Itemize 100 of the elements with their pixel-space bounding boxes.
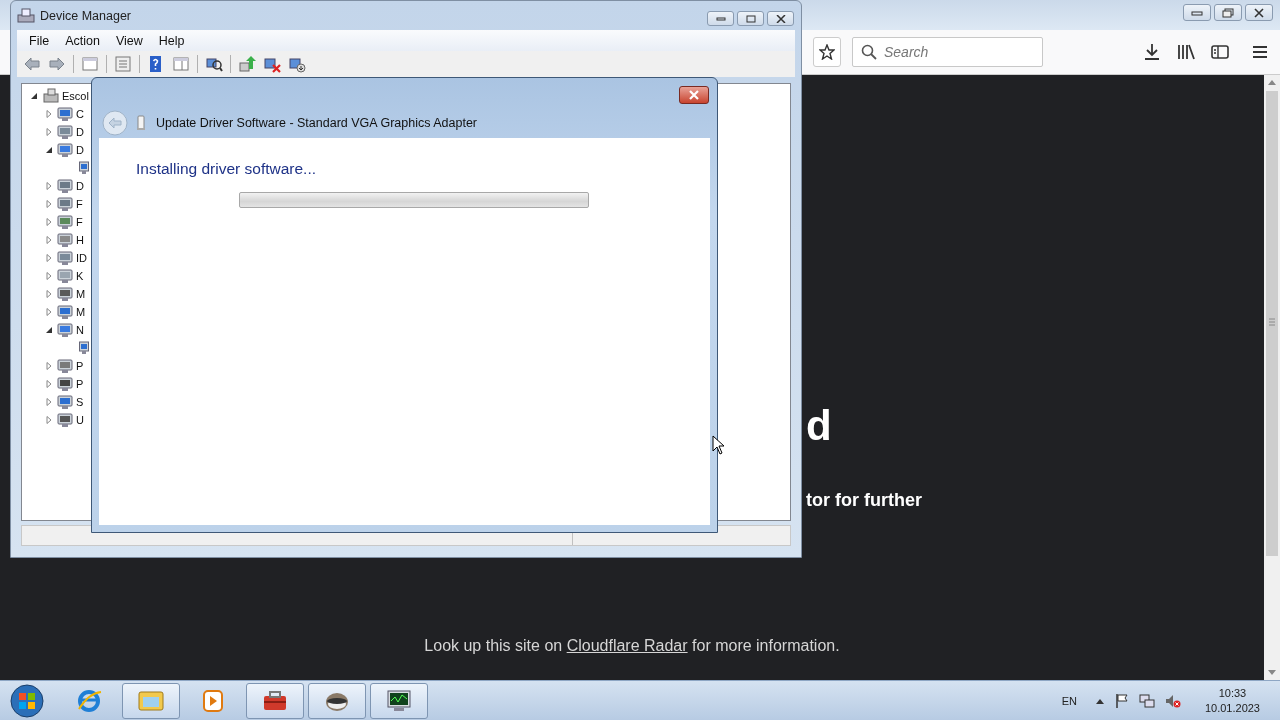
tree-item[interactable]: K <box>76 270 84 282</box>
search-field[interactable]: Search <box>852 37 1043 67</box>
device-icon <box>57 214 73 230</box>
expand-arrow-icon[interactable] <box>45 272 53 280</box>
forward-arrow-icon[interactable] <box>48 55 66 73</box>
sidebar-icon[interactable] <box>1210 42 1230 62</box>
flag-icon[interactable] <box>1114 692 1129 709</box>
printer-icon <box>17 7 35 24</box>
status-heading: Installing driver software... <box>136 160 318 178</box>
device-icon <box>57 178 73 194</box>
back-arrow-icon[interactable] <box>23 55 41 73</box>
clock[interactable]: 10:33 10.01.2023 <box>1204 685 1260 716</box>
device-icon <box>57 358 73 374</box>
close-button[interactable] <box>1245 4 1273 21</box>
tree-item[interactable]: ID <box>76 252 87 264</box>
collapse-arrow-icon[interactable] <box>45 146 53 154</box>
mouse-cursor-icon <box>712 435 725 455</box>
expand-arrow-icon[interactable] <box>45 218 53 226</box>
tree-item[interactable]: M <box>76 306 86 318</box>
taskbar-app-button[interactable] <box>246 682 304 719</box>
window-title: Device Manager <box>40 8 131 23</box>
tree-item[interactable]: D <box>76 180 84 192</box>
list-icon[interactable] <box>114 55 132 73</box>
tree-item[interactable]: D <box>76 126 84 138</box>
device-icon <box>57 412 73 428</box>
page-heading: d <box>806 402 833 450</box>
maximize-icon <box>745 14 756 23</box>
back-button-icon[interactable] <box>102 110 128 136</box>
tree-item[interactable]: S <box>76 396 84 408</box>
computer-icon <box>42 88 60 104</box>
uninstall-icon[interactable] <box>263 55 281 73</box>
tree-item[interactable]: Escol <box>62 90 89 102</box>
close-icon <box>775 14 786 23</box>
device-icon <box>57 394 73 410</box>
window-icon[interactable] <box>81 55 99 73</box>
close-button[interactable] <box>679 86 709 104</box>
network-icon[interactable] <box>1138 692 1155 709</box>
tree-item[interactable]: H <box>76 234 84 246</box>
expand-arrow-icon[interactable] <box>45 128 53 136</box>
tree-item[interactable]: P <box>76 360 84 372</box>
taskbar-app-button[interactable] <box>370 682 428 719</box>
expand-arrow-icon[interactable] <box>45 416 53 424</box>
expand-arrow-icon[interactable] <box>45 182 53 190</box>
language-indicator[interactable]: EN <box>1061 694 1077 707</box>
expand-arrow-icon[interactable] <box>45 110 53 118</box>
minimize-icon <box>715 16 726 21</box>
tree-item[interactable]: C <box>76 108 84 120</box>
library-icon[interactable] <box>1176 42 1196 62</box>
tree-item[interactable]: M <box>76 288 86 300</box>
device-icon <box>57 322 73 338</box>
tree-item[interactable]: P <box>76 378 84 390</box>
expand-arrow-icon[interactable] <box>45 290 53 298</box>
menu-item[interactable]: File <box>23 31 56 50</box>
device-icon <box>57 376 73 392</box>
tree-item[interactable]: F <box>76 216 83 228</box>
clock-date: 10.01.2023 <box>1204 700 1260 716</box>
restore-icon <box>1222 7 1234 18</box>
device-icon <box>57 124 73 140</box>
device-icon <box>57 142 73 158</box>
dialog-title: Update Driver Software - Standard VGA Graphics Adapter <box>156 116 477 130</box>
close-button[interactable] <box>767 11 794 26</box>
tree-item[interactable]: N <box>76 324 84 336</box>
panel-icon[interactable] <box>172 55 190 73</box>
expand-arrow-icon[interactable] <box>45 380 53 388</box>
error-message: tor for further <box>806 489 923 511</box>
device-icon <box>57 232 73 248</box>
device-icon <box>79 341 89 355</box>
expand-arrow-icon[interactable] <box>45 398 53 406</box>
bookmark-star-button[interactable] <box>813 37 841 67</box>
device-icon <box>57 196 73 212</box>
device-icon <box>57 106 73 122</box>
tree-item[interactable]: U <box>76 414 84 426</box>
download-icon[interactable] <box>1142 42 1162 62</box>
scan-icon[interactable] <box>205 55 223 73</box>
cloudflare-radar-link[interactable]: Cloudflare Radar <box>566 637 688 654</box>
menu-item[interactable]: View <box>109 31 149 50</box>
restore-button[interactable] <box>1214 4 1242 21</box>
menu-item[interactable]: Action <box>59 31 106 50</box>
device-icon <box>57 250 73 266</box>
device-icon <box>57 304 73 320</box>
tree-item[interactable]: D <box>76 144 84 156</box>
expand-arrow-icon[interactable] <box>45 254 53 262</box>
expand-arrow-icon[interactable] <box>45 362 53 370</box>
minimize-button[interactable] <box>707 11 734 26</box>
device-icon <box>79 161 89 175</box>
collapse-arrow-icon[interactable] <box>30 92 38 100</box>
expand-arrow-icon[interactable] <box>45 200 53 208</box>
taskbar-app-button[interactable] <box>308 682 366 719</box>
minimize-button[interactable] <box>1183 4 1211 21</box>
close-icon <box>1253 7 1265 18</box>
update-icon[interactable] <box>238 55 256 73</box>
device-icon <box>57 286 73 302</box>
tree-item[interactable]: F <box>76 198 83 210</box>
disable-icon[interactable] <box>288 55 306 73</box>
close-icon <box>688 90 700 100</box>
expand-arrow-icon[interactable] <box>45 308 53 316</box>
expand-arrow-icon[interactable] <box>45 236 53 244</box>
minimize-icon <box>1191 9 1203 16</box>
collapse-arrow-icon[interactable] <box>45 326 53 334</box>
menu-item[interactable]: Help <box>152 31 191 50</box>
